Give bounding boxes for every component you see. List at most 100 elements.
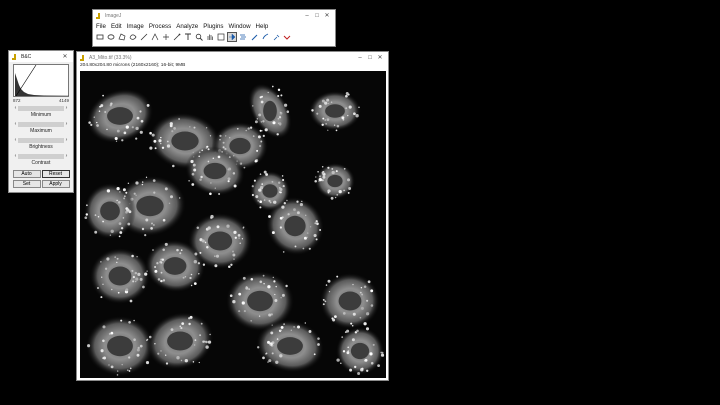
mitochondria-spot [256,149,259,152]
stack-tool-icon[interactable] [238,32,248,42]
line-tool-icon[interactable] [139,32,149,42]
mitochondria-spot [356,329,359,333]
mores-tool-icon[interactable] [282,32,292,42]
mitochondria-spot [93,116,96,118]
dropper-tool-icon[interactable] [271,32,281,42]
brightness-right-arrow-icon[interactable]: › [64,137,69,143]
mitochondria-spot [106,189,111,193]
microscopy-image-canvas[interactable] [80,71,386,378]
close-icon[interactable]: ✕ [322,12,332,19]
image-maximize-icon[interactable]: □ [365,55,375,61]
mitochondria-spot [352,283,354,286]
mitochondria-spot [201,149,203,152]
mitochondria-spot [154,269,158,273]
freehand-tool-icon[interactable] [128,32,138,42]
bc-close-icon[interactable]: ✕ [60,53,70,60]
lut-tool-icon[interactable] [227,32,237,42]
contrast-right-arrow-icon[interactable]: › [64,153,69,159]
hand-tool-icon[interactable] [205,32,215,42]
reset-button[interactable]: Reset [41,170,70,178]
mitochondria-spot [280,94,283,97]
mitochondria-spot [102,283,104,286]
bc-titlebar[interactable]: B&C ✕ [9,51,73,62]
mitochondria-spot [118,222,122,225]
mitochondria-spot [124,195,126,197]
mitochondria-spot [316,222,319,226]
mitochondria-spot [272,200,276,204]
mitochondria-spot [135,137,138,140]
menu-image[interactable]: Image [127,23,144,30]
mitochondria-spot [369,352,373,356]
image-titlebar[interactable]: A3_Mito.tif (33.3%) – □ ✕ [77,52,388,63]
wand-tool-icon[interactable] [172,32,182,42]
menu-plugins[interactable]: Plugins [203,23,223,30]
brush-tool-icon[interactable] [260,32,270,42]
maximum-slider[interactable]: ‹ › [13,121,69,127]
oval-tool-icon[interactable] [106,32,116,42]
pencil-tool-icon[interactable] [249,32,259,42]
mitochondria-spot [331,317,334,320]
text-tool-icon[interactable] [183,32,193,42]
minimize-icon[interactable]: – [302,13,312,19]
rectangle-tool-icon[interactable] [95,32,105,42]
mitochondria-spot [100,104,104,107]
mitochondria-spot [325,123,327,125]
mitochondria-spot [133,319,135,322]
mitochondria-spot [191,172,195,176]
mitochondria-spot [327,279,331,283]
mitochondria-spot [102,356,107,360]
mitochondria-spot [161,146,165,149]
maximize-icon[interactable]: □ [312,13,322,19]
point-tool-icon[interactable] [161,32,171,42]
menu-analyze[interactable]: Analyze [176,23,198,30]
set-button[interactable]: Set [12,180,41,188]
zoom-tool-icon[interactable] [194,32,204,42]
mitochondria-spot [160,271,163,274]
contrast-slider[interactable]: ‹ › [13,153,69,159]
brightness-slider[interactable]: ‹ › [13,137,69,143]
angle-tool-icon[interactable] [150,32,160,42]
image-close-icon[interactable]: ✕ [375,54,385,61]
minimum-right-arrow-icon[interactable]: › [64,105,69,111]
minimum-slider[interactable]: ‹ › [13,105,69,111]
mitochondria-spot [157,278,161,281]
main-titlebar[interactable]: ImageJ – □ ✕ [93,10,335,21]
mitochondria-spot [334,196,337,199]
mitochondria-spot [247,127,250,130]
brightness-slider-track[interactable] [18,137,64,143]
mitochondria-spot [122,217,125,219]
mitochondria-spot [270,331,274,335]
image-minimize-icon[interactable]: – [355,55,365,61]
minimum-slider-track[interactable] [18,105,64,111]
mitochondria-spot [287,213,290,216]
mitochondria-spot [228,265,231,269]
mitochondria-spot [162,279,166,282]
menu-process[interactable]: Process [149,23,171,30]
contrast-slider-track[interactable] [18,153,64,159]
mitochondria-spot [125,288,129,292]
mitochondria-spot [116,199,118,202]
mitochondria-spot [296,211,300,215]
mitochondria-spot [160,142,162,145]
mitochondria-spot [104,267,108,270]
mitochondria-spot [102,94,104,97]
mitochondria-spot [327,102,329,105]
mitochondria-spot [258,315,261,317]
mitochondria-spot [259,173,262,175]
mitochondria-spot [259,200,263,204]
apply-button[interactable]: Apply [41,180,70,188]
mitochondria-spot [342,350,346,353]
mitochondria-spot [285,284,288,288]
mitochondria-spot [161,258,165,261]
mitochondria-spot [210,182,212,184]
menu-edit[interactable]: Edit [111,23,122,30]
maximum-right-arrow-icon[interactable]: › [64,121,69,127]
maximum-slider-track[interactable] [18,121,64,127]
menu-help[interactable]: Help [256,23,269,30]
mitochondria-spot [114,136,118,141]
menu-file[interactable]: File [96,23,106,30]
polygon-tool-icon[interactable] [117,32,127,42]
menu-window[interactable]: Window [229,23,251,30]
color-picker-tool-icon[interactable] [216,32,226,42]
auto-button[interactable]: Auto [12,170,41,178]
